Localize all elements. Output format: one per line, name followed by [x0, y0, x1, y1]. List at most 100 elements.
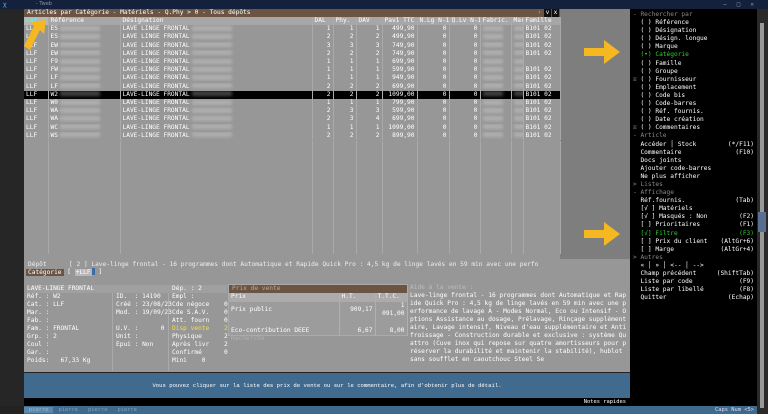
menu-item[interactable]: ( ) Code-barres: [633, 100, 757, 108]
category-input[interactable]: +LLF: [74, 268, 92, 276]
menu-item[interactable]: Liste par libellé (F8): [633, 286, 757, 294]
cell-value: 1: [375, 25, 380, 33]
menu-item[interactable]: ( ) Famille: [633, 60, 757, 68]
column-header[interactable]: Q.Lv N-1: [449, 17, 481, 26]
prices-search[interactable]: Recherche: [229, 335, 407, 342]
prices-table[interactable]: Prix H.T. T.T.C. Prix public 909,17 1 091,00…: [229, 293, 408, 336]
column-header[interactable]: Référence: [48, 17, 121, 26]
table-row[interactable]: LLF WA LAVE-LINGE FRONTAL 2 3 4 699,90 0 0 B101 0…: [24, 115, 561, 124]
depot-filter[interactable]: Dépôt [ 2 ] Lave-linge frontal - 16 prog…: [28, 261, 628, 269]
menu-item[interactable]: ( ) Désign. longue: [633, 35, 757, 43]
cell-value: 1: [326, 58, 331, 66]
menu-item[interactable]: ( ) Code bis: [633, 92, 757, 100]
price-row[interactable]: [229, 318, 408, 327]
scroll-arrows-icon[interactable]: ‹ ›: [536, 9, 543, 24]
column-header[interactable]: Fabric.: [480, 17, 512, 26]
menu-item[interactable]: [√ ] Masqués : Non (F2): [633, 213, 757, 221]
redacted-blur: [191, 33, 232, 39]
table-row[interactable]: LLF WC LAVE-LINGE FRONTAL 1 1 1 1099,00 0 0 B101 …: [24, 123, 561, 132]
aide-text[interactable]: Lave-linge frontal - 16 programmes dont …: [410, 292, 628, 364]
menu-item[interactable]: ≡ ( ) Commentaires: [633, 124, 757, 132]
user-tab[interactable]: pierre: [112, 407, 141, 413]
depot-value[interactable]: [ 2 ] Lave-linge frontal - 16 programmes…: [69, 261, 538, 268]
menu-item[interactable]: ( ) Emplacement: [633, 84, 757, 92]
redacted-blur: [482, 58, 503, 64]
column-header[interactable]: DAV: [356, 17, 383, 26]
cell: 1: [356, 58, 383, 67]
table-row[interactable]: LLF WA LAVE-LINGE FRONTAL 2 3 3 599,90 0 0 B101 0…: [24, 107, 561, 116]
status-bar: pierre pierre pierre pierre Caps Num <5>: [24, 406, 757, 414]
column-header[interactable]: Phy.: [333, 17, 357, 26]
cell-value: LAVE-LINGE FRONTAL: [122, 58, 190, 66]
scrollbar[interactable]: [757, 9, 768, 414]
menu-item[interactable]: ≡ ( ) Fournisseur: [633, 76, 757, 84]
cell: EW: [48, 41, 121, 50]
cell: ES: [48, 33, 121, 42]
column-header[interactable]: Famille: [523, 17, 561, 26]
menu-item[interactable]: Docs joints: [633, 157, 757, 165]
user-tab[interactable]: pierre: [83, 407, 112, 413]
cell-value: LLF: [26, 115, 38, 123]
scroll-grip[interactable]: [758, 212, 766, 232]
expand-button[interactable]: v: [544, 9, 551, 17]
table-row[interactable]: LLF LF LAVE-LINGE FRONTAL 2 2 2 699,90 0 0 B101 0…: [24, 82, 561, 91]
price-row[interactable]: Prix public 909,17 1 091,00: [229, 301, 408, 319]
user-tab[interactable]: pierre: [24, 407, 54, 413]
menu-item[interactable]: ( ) Date création: [633, 116, 757, 124]
column-header[interactable]: N.Lg N-1: [417, 17, 450, 26]
table-row[interactable]: LLF F9 LAVE-LINGE FRONTAL 1 1 1 699,90 0 0: [24, 58, 561, 67]
user-tab[interactable]: pierre: [53, 407, 82, 413]
window-controls[interactable]: –□✕: [723, 0, 764, 9]
cell: B101 02: [523, 90, 561, 100]
redacted-blur: [513, 91, 522, 97]
menu-item[interactable]: (•) Catégorie: [633, 51, 757, 59]
list-title: Articles par Catégorie - Matériels - Q.P…: [27, 9, 251, 16]
sale-prices-panel[interactable]: Prix de vente Prix H.T. T.T.C. Prix public…: [228, 284, 408, 341]
menu-item[interactable]: Ne plus afficher: [633, 173, 757, 181]
cell: LAVE-LINGE FRONTAL: [120, 58, 313, 67]
cell-value: LAVE-LINGE FRONTAL: [122, 123, 190, 131]
table-row[interactable]: LLF EW LAVE LINGE FRONTAL 2 2 2 749,90 0 0 B101 0…: [24, 49, 561, 59]
menu-item[interactable]: Liste par code (F9): [633, 278, 757, 286]
annotation-arrow-icon: [24, 20, 46, 50]
category-filter[interactable]: Catégorie [ +LLF ]: [26, 268, 102, 277]
column-header[interactable]: Désignation: [120, 17, 313, 26]
menu-item[interactable]: [ ] Marge (AltGr+4): [633, 246, 757, 254]
menu-item[interactable]: Quitter (Echap): [633, 294, 757, 302]
table-row[interactable]: LLFEWLAVE LINGE FRONTAL333749,9000B101 0…: [24, 41, 561, 50]
articles-table[interactable]: Cat. Référence Désignation DAL Phy. DAV Pav1 T…: [24, 17, 561, 141]
menu-item[interactable]: [ ] Prix du client (AltGr+6): [633, 238, 757, 246]
detail-field: Fam. : FRONTAL: [27, 325, 80, 332]
menu-item[interactable]: Ajouter code-barres: [633, 165, 757, 173]
menu-item[interactable]: « │ » │ <-- │ -->: [633, 262, 757, 270]
quick-notes[interactable]: Notes rapides: [24, 398, 630, 406]
cell: B101 02: [523, 82, 561, 91]
table-row[interactable]: LLF W2 LAVE-LINGE FRONTAL 2 2 2 1099,00 0 0 B101 …: [24, 90, 561, 100]
table-row[interactable]: LLF FW LAVE-LINGE FRONTAL 1 1 1 599,90 0 0 B101 0…: [24, 66, 561, 75]
list-title-bar: Articles par Catégorie - Matériels - Q.P…: [24, 9, 560, 24]
info-message: Vous pouvez cliquer sur la liste des pri…: [24, 373, 630, 398]
close-list-button[interactable]: x: [552, 9, 559, 17]
table-row[interactable]: LLF WS LAVE-LINGE FRONTAL 2 2 2 899,90 0 0 B101 0…: [24, 131, 561, 141]
menu-item[interactable]: Commentaire (F10): [633, 149, 757, 157]
menu-item[interactable]: [√] Filtre (F3): [633, 230, 757, 238]
menu-item[interactable]: [ ] Prioritaires (F1): [633, 221, 757, 229]
redacted-blur: [513, 74, 522, 80]
column-header[interactable]: DAL: [312, 17, 334, 26]
sales-help-panel[interactable]: Aide à la vente : Lave-linge frontal - 1…: [410, 284, 630, 370]
redacted-blur: [191, 132, 232, 138]
menu-item[interactable]: Champ précédent (ShiftTab): [633, 270, 757, 278]
column-header[interactable]: Pav1 TTC: [382, 17, 418, 26]
column-header[interactable]: Mar: [511, 17, 524, 26]
menu-item[interactable]: ( ) Groupe: [633, 68, 757, 76]
menu-item[interactable]: Accéder │ Stock (*/F11): [633, 141, 757, 149]
table-row[interactable]: LLFESLAVE LINGE FRONTAL222499,9000B101 0…: [24, 33, 561, 42]
table-row[interactable]: LLF W0 LAVE-LINGE FRONTAL 1 1 1 799,90 0 0 B101 0…: [24, 99, 561, 108]
redacted-blur: [191, 115, 232, 121]
cell-value: 699,90: [392, 82, 415, 90]
table-row[interactable]: LLF LF LAVE-LINGE FRONTAL 1 1 1 949,90 0 0 B101 0…: [24, 74, 561, 83]
menu-shortcut: (AltGr+4): [720, 245, 754, 253]
menu-item[interactable]: ( ) Référence: [633, 19, 757, 27]
menu-item[interactable]: ( ) Réf. fournis.: [633, 108, 757, 116]
table-row[interactable]: LLF ES LAVE LINGE FRONTAL 1 1 1 499,90 0 0 B101 0…: [24, 25, 561, 34]
